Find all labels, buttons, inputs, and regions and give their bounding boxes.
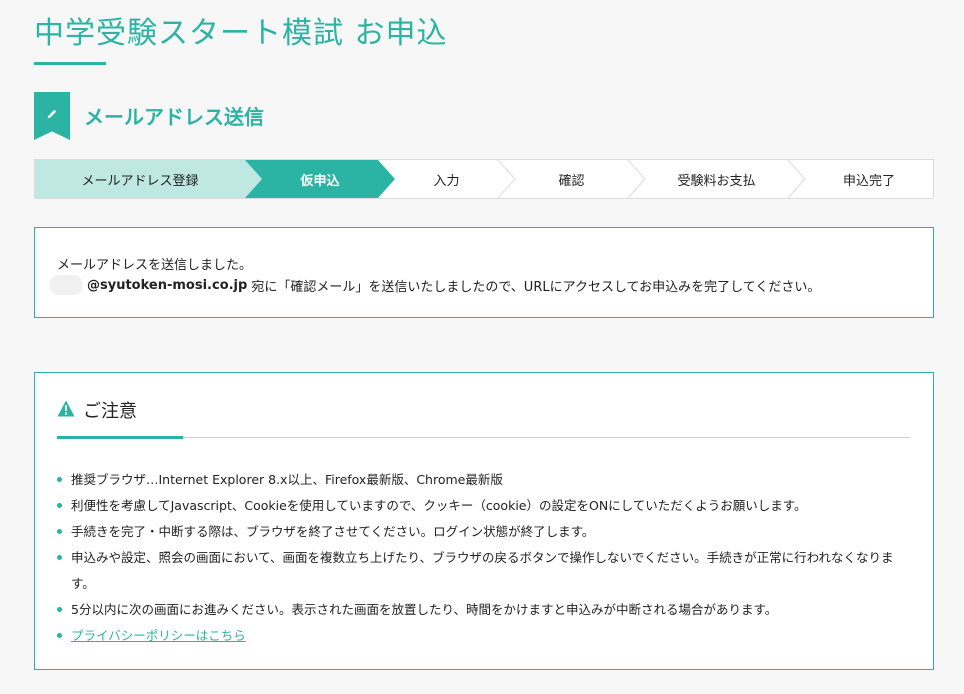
caution-divider-accent xyxy=(57,436,183,439)
list-item-privacy: プライバシーポリシーはこちら xyxy=(57,623,915,649)
caution-header: ご注意 xyxy=(57,397,137,423)
step-payment: 受験料お支払 xyxy=(677,173,756,189)
privacy-policy-link[interactable]: プライバシーポリシーはこちら xyxy=(71,628,246,643)
step-email-register: メールアドレス登録 xyxy=(81,173,199,189)
step-provisional: 仮申込 xyxy=(300,173,340,189)
step-confirm: 確認 xyxy=(558,173,585,189)
list-item: 申込みや設定、照会の画面において、画面を複数立ち上げたり、ブラウザの戻るボタンで… xyxy=(57,545,915,597)
notice-box: メールアドレスを送信しました。 @syutoken-mosi.co.jp 宛に「… xyxy=(34,227,934,318)
pencil-icon xyxy=(46,105,58,124)
caution-title: ご注意 xyxy=(83,401,137,422)
step-complete: 申込完了 xyxy=(842,173,895,189)
list-item: 利便性を考慮してJavascript、Cookieを使用していますので、クッキー… xyxy=(57,493,915,519)
email-address: @syutoken-mosi.co.jp xyxy=(87,277,248,293)
caution-list: 推奨ブラウザ…Internet Explorer 8.x以上、Firefox最新… xyxy=(57,467,915,649)
caution-divider xyxy=(57,437,910,438)
progress-steps: メールアドレス登録 仮申込 入力 確認 受験料お支払 申込完了 xyxy=(34,159,934,199)
step-separator xyxy=(787,160,806,198)
step-separator xyxy=(497,160,516,198)
notice-message: メールアドレスを送信しました。 xyxy=(57,258,253,273)
notice-instruction: 宛に「確認メール」を送信いたしましたので、URLにアクセスしてお申込みを完了して… xyxy=(251,279,821,295)
caution-box: ご注意 推奨ブラウザ…Internet Explorer 8.x以上、Firef… xyxy=(34,372,934,670)
list-item: 推奨ブラウザ…Internet Explorer 8.x以上、Firefox最新… xyxy=(57,467,915,493)
step-input: 入力 xyxy=(433,173,460,189)
list-item: 5分以内に次の画面にお進みください。表示された画面を放置したり、時間をかけますと… xyxy=(57,597,915,623)
title-underline xyxy=(34,62,106,65)
section-title: メールアドレス送信 xyxy=(84,105,264,129)
step-separator xyxy=(627,160,646,198)
notice-email-line: @syutoken-mosi.co.jp 宛に「確認メール」を送信いたしましたの… xyxy=(49,275,820,295)
email-redaction xyxy=(49,275,83,295)
warning-icon xyxy=(57,400,75,421)
list-item: 手続きを完了・中断する際は、ブラウザを終了させてください。ログイン状態が終了しま… xyxy=(57,519,915,545)
page-title: 中学受験スタート模試 お申込 xyxy=(34,16,448,51)
section-ribbon xyxy=(34,92,70,140)
